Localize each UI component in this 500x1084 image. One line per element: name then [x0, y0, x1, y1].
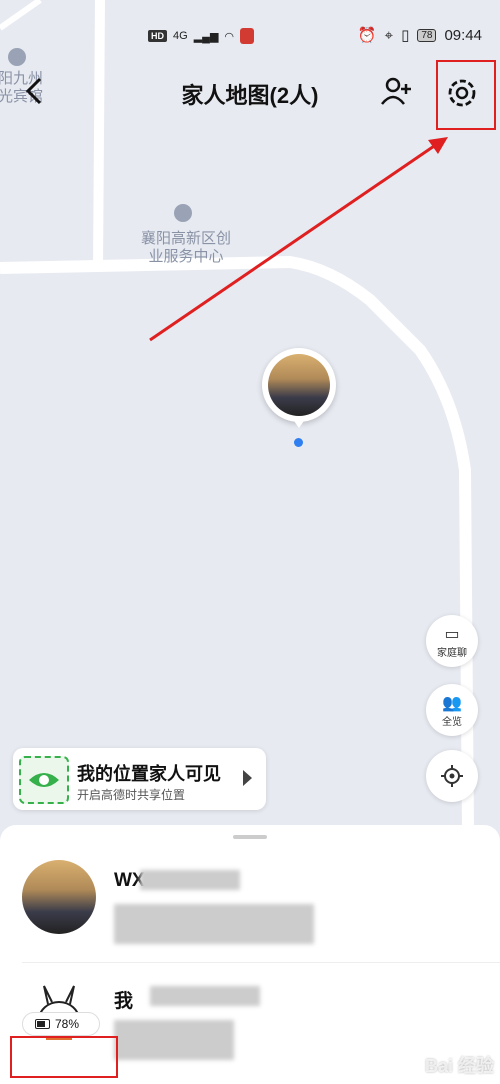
location-dot [294, 438, 303, 447]
play-arrow-icon [243, 770, 252, 786]
visibility-title: 我的位置家人可见 [77, 764, 221, 784]
battery-percent: 78% [55, 1017, 80, 1031]
crosshair-icon [441, 765, 463, 787]
battery-highlight-box [10, 1036, 118, 1078]
member-photo [268, 354, 330, 416]
people-icon: 👥 [442, 694, 462, 712]
overview-label: 全览 [442, 716, 462, 728]
overview-button[interactable]: 👥 全览 [426, 684, 478, 736]
divider [22, 962, 500, 963]
redacted-text [114, 904, 314, 944]
redacted-text [114, 1020, 234, 1060]
family-chat-label: 家庭聊 [437, 647, 467, 659]
sheet-drag-handle[interactable] [233, 835, 267, 839]
redacted-text [140, 870, 240, 890]
member-name: 我 [114, 991, 134, 1012]
battery-icon [35, 1019, 50, 1029]
visibility-subtitle: 开启高德时共享位置 [77, 788, 186, 802]
location-visibility-card[interactable]: 我的位置家人可见 开启高德时共享位置 [13, 748, 266, 810]
locate-button[interactable] [426, 750, 478, 802]
marker-tail [292, 418, 306, 428]
avatar [22, 860, 96, 934]
redacted-text [150, 986, 260, 1006]
member-row-wx[interactable]: WX [0, 860, 500, 960]
watermark: Bai 经验 [424, 1056, 494, 1076]
member-battery-badge: 78% [22, 1012, 100, 1036]
chat-bubble-icon: ▭ [444, 625, 460, 643]
eye-icon [19, 756, 69, 804]
family-member-marker[interactable] [262, 348, 336, 428]
annotation-arrow [149, 137, 448, 342]
family-chat-button[interactable]: ▭ 家庭聊 [426, 615, 478, 667]
